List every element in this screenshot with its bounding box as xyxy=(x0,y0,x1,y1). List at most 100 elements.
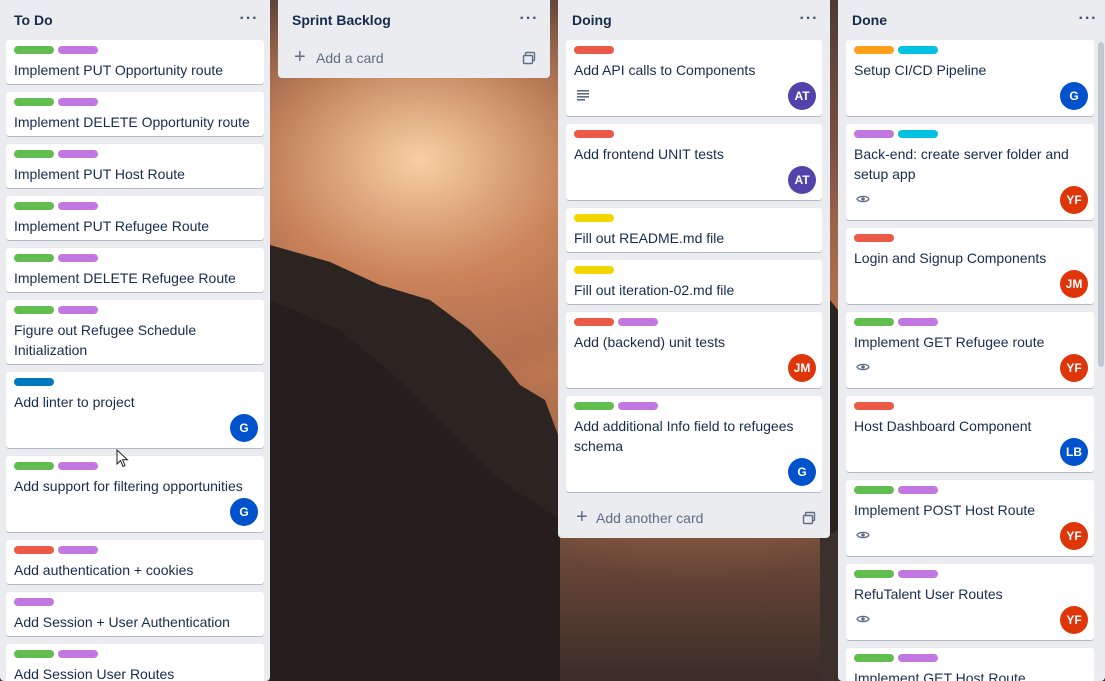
card[interactable]: Add (backend) unit tests JM xyxy=(566,312,822,388)
avatar[interactable]: JM xyxy=(788,354,816,382)
list-scrollbar[interactable] xyxy=(1098,42,1104,367)
card[interactable]: Fill out iteration-02.md file xyxy=(566,260,822,304)
card[interactable]: RefuTalent User Routes YF xyxy=(846,564,1094,640)
avatar[interactable]: G xyxy=(788,458,816,486)
label-purple[interactable] xyxy=(898,318,938,326)
card[interactable]: Implement GET Refugee route YF xyxy=(846,312,1094,388)
avatar[interactable]: JM xyxy=(1060,270,1088,298)
avatar[interactable]: AT xyxy=(788,82,816,110)
card[interactable]: Figure out Refugee Schedule Initializati… xyxy=(6,300,264,364)
card[interactable]: Fill out README.md file xyxy=(566,208,822,252)
card-template-icon[interactable] xyxy=(522,51,536,65)
label-red[interactable] xyxy=(574,46,614,54)
add-card-label: Add a card xyxy=(316,50,384,66)
label-green[interactable] xyxy=(14,46,54,54)
label-blue[interactable] xyxy=(14,378,54,386)
card[interactable]: Add additional Info field to refugees sc… xyxy=(566,396,822,492)
label-purple[interactable] xyxy=(898,570,938,578)
avatar[interactable]: YF xyxy=(1060,522,1088,550)
card-title: Add (backend) unit tests xyxy=(574,334,725,350)
label-purple[interactable] xyxy=(898,486,938,494)
avatar[interactable]: G xyxy=(230,498,258,526)
label-sky[interactable] xyxy=(898,46,938,54)
card[interactable]: Add Session + User Authentication xyxy=(6,592,264,636)
label-red[interactable] xyxy=(854,234,894,242)
card[interactable]: Implement POST Host Route YF xyxy=(846,480,1094,556)
list-title[interactable]: Done xyxy=(852,12,887,28)
card[interactable]: Add authentication + cookies xyxy=(6,540,264,584)
label-green[interactable] xyxy=(14,202,54,210)
label-purple[interactable] xyxy=(58,98,98,106)
card[interactable]: Implement DELETE Opportunity route xyxy=(6,92,264,136)
label-purple[interactable] xyxy=(58,46,98,54)
label-green[interactable] xyxy=(854,318,894,326)
card[interactable]: Implement DELETE Refugee Route xyxy=(6,248,264,292)
card-labels xyxy=(14,306,256,314)
avatar[interactable]: G xyxy=(1060,82,1088,110)
label-yellow[interactable] xyxy=(574,266,614,274)
avatar[interactable]: YF xyxy=(1060,186,1088,214)
list-title[interactable]: To Do xyxy=(14,12,53,28)
label-green[interactable] xyxy=(14,150,54,158)
card[interactable]: Setup CI/CD Pipeline G xyxy=(846,40,1094,116)
label-green[interactable] xyxy=(14,98,54,106)
card[interactable]: Host Dashboard Component LB xyxy=(846,396,1094,472)
label-red[interactable] xyxy=(854,402,894,410)
card[interactable]: Add support for filtering opportunities … xyxy=(6,456,264,532)
label-purple[interactable] xyxy=(58,650,98,658)
card[interactable]: Add linter to project G xyxy=(6,372,264,448)
label-sky[interactable] xyxy=(898,130,938,138)
label-purple[interactable] xyxy=(58,306,98,314)
label-green[interactable] xyxy=(14,462,54,470)
list-done: Done ··· Setup CI/CD Pipeline G Back-end… xyxy=(838,0,1105,681)
label-green[interactable] xyxy=(14,254,54,262)
list-menu-icon[interactable]: ··· xyxy=(798,8,820,30)
card[interactable]: Implement PUT Host Route xyxy=(6,144,264,188)
card[interactable]: Implement PUT Refugee Route xyxy=(6,196,264,240)
list-title[interactable]: Sprint Backlog xyxy=(292,12,391,28)
label-purple[interactable] xyxy=(58,202,98,210)
label-purple[interactable] xyxy=(58,546,98,554)
list-menu-icon[interactable]: ··· xyxy=(518,8,540,30)
avatar[interactable]: LB xyxy=(1060,438,1088,466)
list-menu-icon[interactable]: ··· xyxy=(238,8,260,30)
avatar[interactable]: YF xyxy=(1060,606,1088,634)
card[interactable]: Back-end: create server folder and setup… xyxy=(846,124,1094,220)
label-green[interactable] xyxy=(14,306,54,314)
card[interactable]: Login and Signup Components JM xyxy=(846,228,1094,304)
add-another-card-button[interactable]: + Add another card xyxy=(558,500,830,538)
card-labels xyxy=(14,462,256,470)
add-card-button[interactable]: + Add a card xyxy=(278,40,550,78)
label-red[interactable] xyxy=(14,546,54,554)
avatar[interactable]: G xyxy=(230,414,258,442)
avatar[interactable]: AT xyxy=(788,166,816,194)
list-title[interactable]: Doing xyxy=(572,12,612,28)
label-purple[interactable] xyxy=(58,462,98,470)
label-purple[interactable] xyxy=(58,254,98,262)
card[interactable]: Add frontend UNIT tests AT xyxy=(566,124,822,200)
card[interactable]: Implement GET Host Route xyxy=(846,648,1094,681)
card[interactable]: Add API calls to Components AT xyxy=(566,40,822,116)
label-purple[interactable] xyxy=(14,598,54,606)
label-purple[interactable] xyxy=(854,130,894,138)
label-green[interactable] xyxy=(854,654,894,662)
list-header: Sprint Backlog ··· xyxy=(278,0,550,40)
label-purple[interactable] xyxy=(58,150,98,158)
card[interactable]: Add Session User Routes xyxy=(6,644,264,681)
card-template-icon[interactable] xyxy=(802,511,816,525)
label-purple[interactable] xyxy=(618,402,658,410)
card[interactable]: Implement PUT Opportunity route xyxy=(6,40,264,84)
label-green[interactable] xyxy=(14,650,54,658)
avatar[interactable]: YF xyxy=(1060,354,1088,382)
label-purple[interactable] xyxy=(618,318,658,326)
label-orange[interactable] xyxy=(854,46,894,54)
label-red[interactable] xyxy=(574,130,614,138)
label-green[interactable] xyxy=(854,486,894,494)
card-labels xyxy=(574,266,814,274)
label-green[interactable] xyxy=(574,402,614,410)
label-red[interactable] xyxy=(574,318,614,326)
label-green[interactable] xyxy=(854,570,894,578)
label-yellow[interactable] xyxy=(574,214,614,222)
label-purple[interactable] xyxy=(898,654,938,662)
list-menu-icon[interactable]: ··· xyxy=(1077,8,1099,30)
